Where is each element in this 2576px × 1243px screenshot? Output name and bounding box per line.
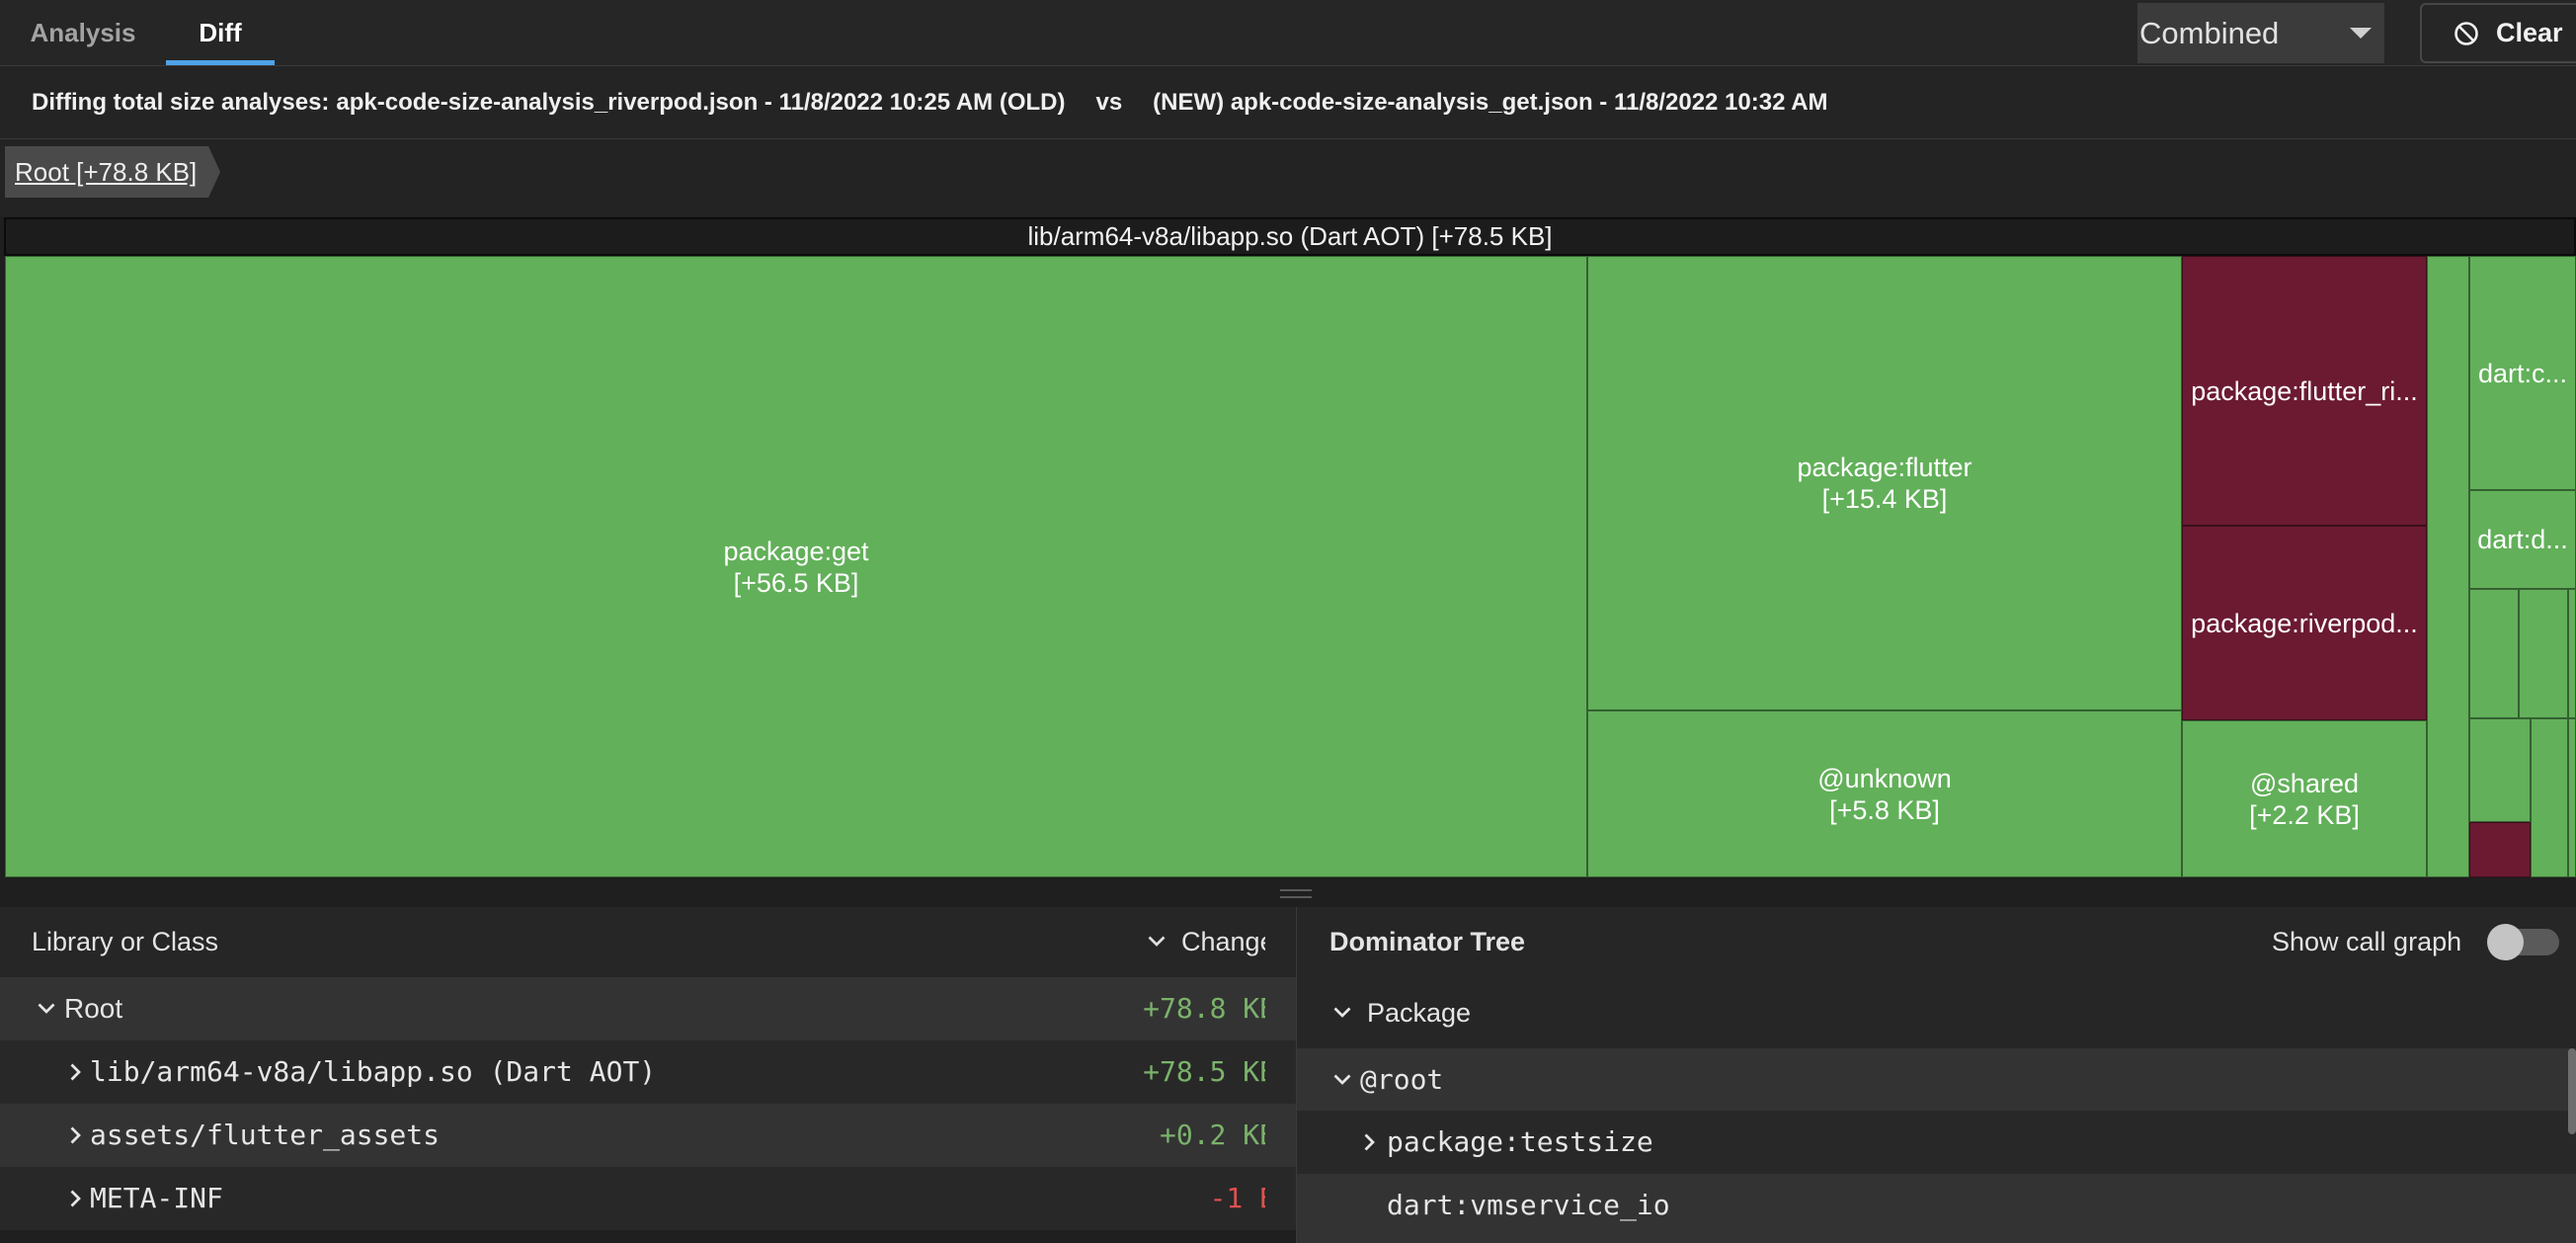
block-icon xyxy=(2455,22,2478,45)
arrow-drop-down-icon[interactable] xyxy=(2350,28,2372,39)
table-row[interactable]: lib/arm64-v8a/libapp.so (Dart AOT) +78.5… xyxy=(0,1040,1296,1104)
treemap-node[interactable] xyxy=(2469,718,2531,822)
chevron-right-icon[interactable] xyxy=(70,1126,82,1144)
treemap-node-package-riverpod[interactable]: package:riverpod... xyxy=(2182,526,2427,720)
change-value: +0.2 KB xyxy=(1159,1119,1265,1151)
table-row-name: META-INF xyxy=(90,1182,223,1214)
call-graph-toggle-thumb[interactable] xyxy=(2487,924,2524,960)
treemap-node-name: dart:d... xyxy=(2477,525,2568,554)
table-row-change: +78.5 KB xyxy=(1068,1040,1265,1104)
diff-separator: vs xyxy=(1095,88,1123,116)
treemap-node-dart-c[interactable]: dart:c... xyxy=(2469,256,2576,490)
table-row-change: +0.2 KB xyxy=(1068,1104,1265,1167)
table-row-name: Root xyxy=(64,993,123,1024)
tree-row-root[interactable]: @root xyxy=(1297,1048,2576,1111)
treemap-node-name: package:riverpod... xyxy=(2191,608,2418,638)
table-row[interactable]: assets/flutter_assets +0.2 KB xyxy=(0,1104,1296,1167)
treemap-node-name: @shared xyxy=(2250,768,2359,798)
treemap-node[interactable] xyxy=(2469,589,2519,718)
treemap-node[interactable] xyxy=(2469,822,2531,877)
column-header-change-label: Change xyxy=(1181,927,1265,956)
breadcrumb-item-root[interactable]: Root [+78.8 KB] xyxy=(5,146,220,198)
treemap-node-package-get[interactable]: package:get [+56.5 KB] xyxy=(5,256,1587,877)
chevron-down-icon[interactable] xyxy=(1333,1007,1351,1019)
tree-row-package[interactable]: Package xyxy=(1297,977,2576,1048)
tab-diff-label: Diff xyxy=(199,17,242,47)
tree-row[interactable]: package:testsize xyxy=(1297,1111,2576,1174)
chevron-right-icon[interactable] xyxy=(1364,1133,1376,1151)
panel-splitter[interactable] xyxy=(0,877,2576,907)
tab-analysis[interactable]: Analysis xyxy=(0,0,166,65)
table-row[interactable]: META-INF -1 B xyxy=(0,1167,1296,1230)
treemap-node-name: @unknown xyxy=(1817,763,1952,793)
table-row-change: +78.8 KB xyxy=(1068,977,1265,1040)
dominator-tree-header: Dominator Tree Show call graph xyxy=(1297,907,2576,977)
treemap-node[interactable] xyxy=(2519,589,2568,718)
mode-select[interactable]: Combined xyxy=(2137,3,2384,63)
treemap-node-shared[interactable]: @shared [+2.2 KB] xyxy=(2182,720,2427,877)
treemap-node[interactable] xyxy=(2568,718,2576,877)
treemap-node[interactable] xyxy=(2531,718,2568,877)
column-header-change[interactable]: Change xyxy=(1181,907,1265,977)
treemap-node[interactable] xyxy=(2568,589,2576,718)
call-graph-toggle-label: Show call graph xyxy=(2272,927,2462,956)
active-tab-indicator xyxy=(166,60,275,65)
treemap-node-size: [+5.8 KB] xyxy=(1829,794,1940,825)
table-row-name: assets/flutter_assets xyxy=(90,1119,441,1151)
dominator-tree-title: Dominator Tree xyxy=(1329,927,1526,956)
mode-select-value: Combined xyxy=(2139,16,2280,50)
tree-row-label: package:testsize xyxy=(1387,1125,1653,1158)
chevron-down-icon[interactable] xyxy=(1333,1074,1351,1086)
breadcrumb xyxy=(0,139,2576,216)
column-header-library[interactable]: Library or Class xyxy=(32,907,218,977)
breadcrumb-item-label: Root [+78.8 KB] xyxy=(15,157,198,187)
tab-analysis-label: Analysis xyxy=(30,17,136,47)
old-analysis-file: apk-code-size-analysis_riverpod.json - 1… xyxy=(336,88,1066,116)
clear-button[interactable]: Clear xyxy=(2420,3,2576,63)
chevron-right-icon[interactable] xyxy=(70,1063,82,1081)
treemap-node-name: package:flutter xyxy=(1797,453,1972,482)
treemap-node-size: [+15.4 KB] xyxy=(1821,484,1948,514)
treemap-header[interactable]: lib/arm64-v8a/libapp.so (Dart AOT) [+78.… xyxy=(4,217,2576,256)
change-value: -1 B xyxy=(1209,1182,1265,1214)
splitter-grip-line xyxy=(1280,896,1312,898)
tree-row-label: Package xyxy=(1367,998,1472,1028)
app-root: Analysis Diff Combined Clear Diffing tot… xyxy=(0,0,2576,1243)
table-row-change: -1 B xyxy=(1068,1167,1265,1230)
treemap-node-name: dart:c... xyxy=(2477,358,2568,388)
treemap-node-dart-d[interactable]: dart:d... xyxy=(2469,490,2576,589)
new-analysis-file: (NEW) apk-code-size-analysis_get.json - … xyxy=(1153,88,1828,116)
change-value: +78.8 KB xyxy=(1143,992,1265,1025)
tree-row-label: @root xyxy=(1360,1063,1444,1096)
treemap-node-size: [+56.5 KB] xyxy=(733,567,859,598)
treemap-node-size: [+2.2 KB] xyxy=(2249,799,2360,830)
treemap-node[interactable] xyxy=(2427,256,2469,877)
chevron-right-icon[interactable] xyxy=(70,1190,82,1207)
change-value: +78.5 KB xyxy=(1143,1055,1265,1088)
table-row-root[interactable]: Root +78.8 KB xyxy=(0,977,1296,1040)
table-row-name: lib/arm64-v8a/libapp.so (Dart AOT) xyxy=(90,1055,657,1088)
diff-summary-bar: Diffing total size analyses: apk-code-si… xyxy=(0,66,2576,139)
diff-summary-prefix: Diffing total size analyses: xyxy=(32,88,330,116)
treemap-header-label: lib/arm64-v8a/libapp.so (Dart AOT) [+78.… xyxy=(1027,221,1553,251)
chevron-down-icon[interactable] xyxy=(1148,936,1166,948)
tab-diff[interactable]: Diff xyxy=(166,0,275,65)
library-table-header: Library or Class xyxy=(0,907,1296,977)
treemap-node-name: package:flutter_ri... xyxy=(2191,375,2418,406)
splitter-grip-line xyxy=(1280,889,1312,891)
treemap-node-package-flutter-riverpod[interactable]: package:flutter_ri... xyxy=(2182,256,2427,526)
tree-row[interactable]: dart:vmservice_io xyxy=(1297,1174,2576,1243)
treemap-node-unknown[interactable]: @unknown [+5.8 KB] xyxy=(1587,710,2182,877)
tree-row-label: dart:vmservice_io xyxy=(1387,1189,1670,1221)
treemap-node-name: package:get xyxy=(723,536,869,566)
dominator-tree-scrollbar[interactable] xyxy=(2568,1048,2576,1134)
treemap-node-package-flutter[interactable]: package:flutter [+15.4 KB] xyxy=(1587,256,2182,710)
clear-button-label: Clear xyxy=(2496,18,2563,47)
chevron-down-icon[interactable] xyxy=(38,1003,55,1015)
